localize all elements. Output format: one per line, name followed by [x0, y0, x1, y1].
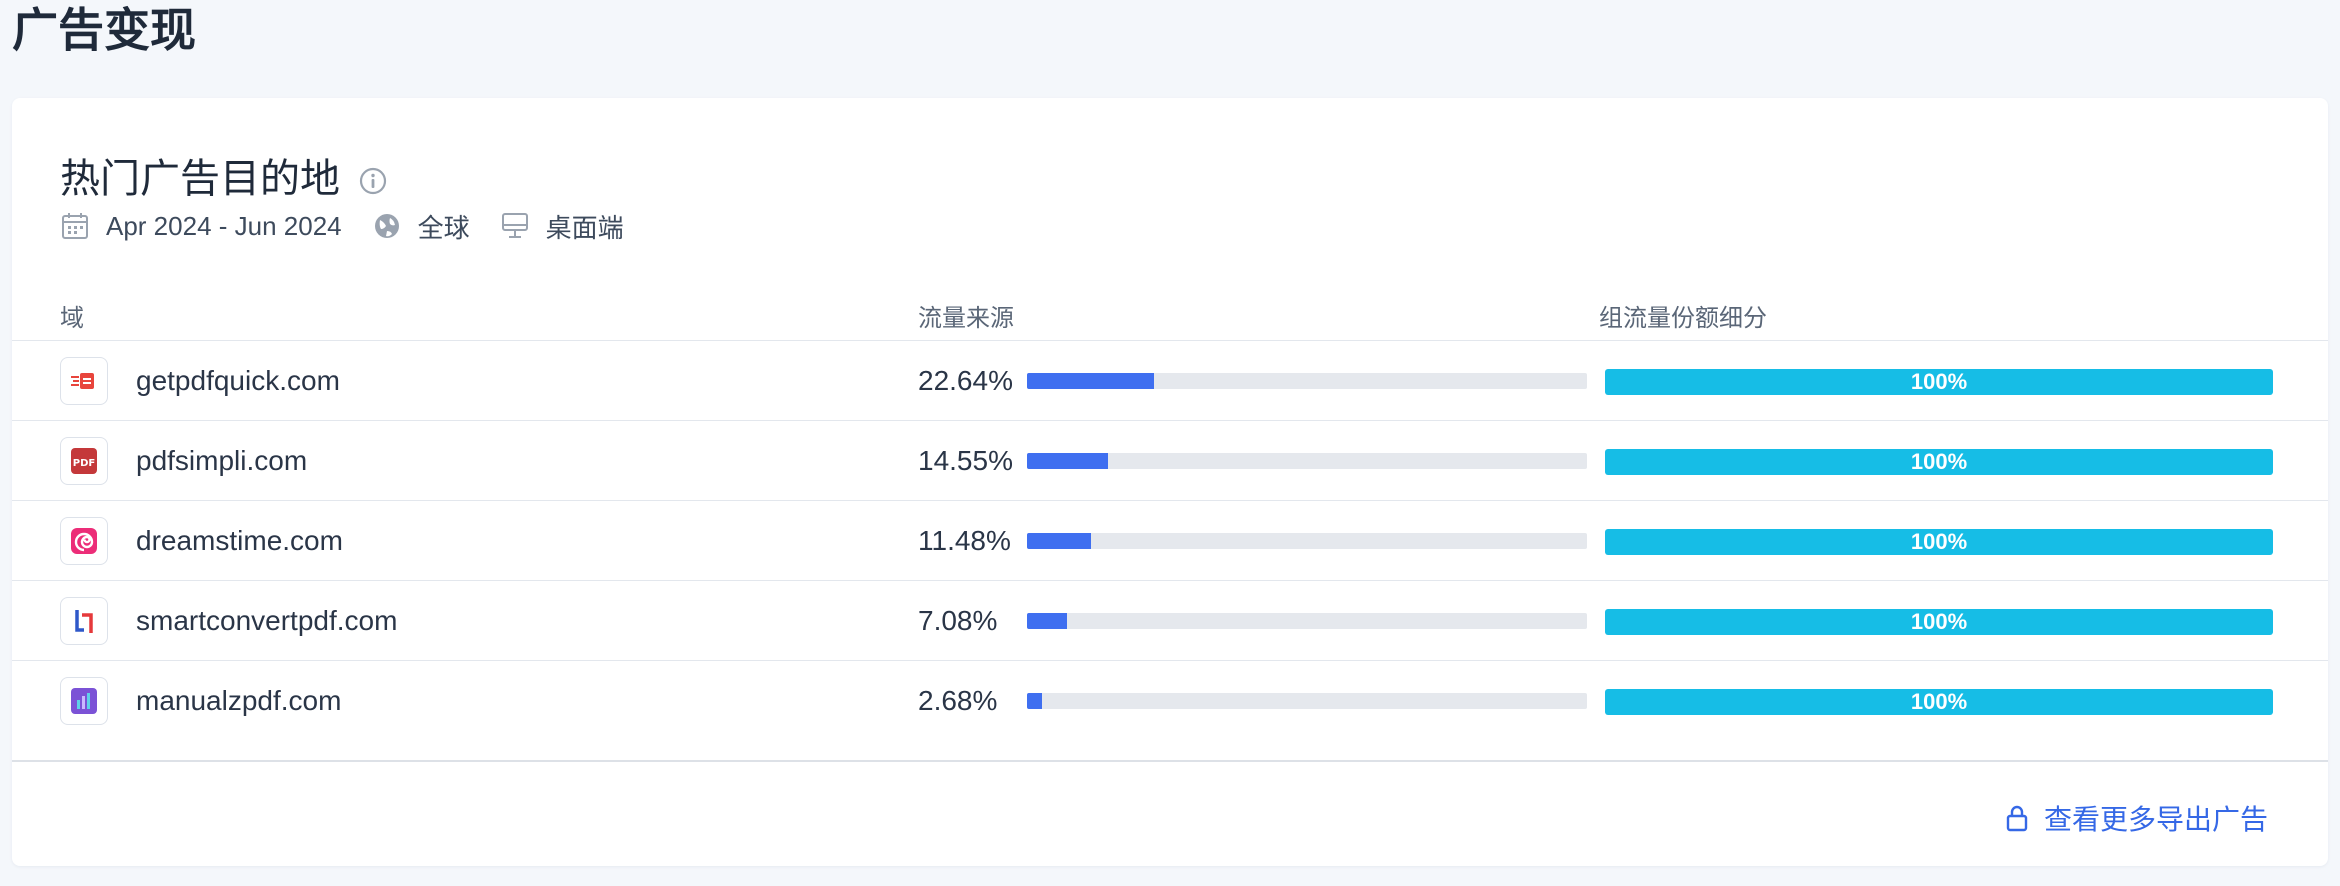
view-more-ads-label[interactable]: 查看更多导出广告: [2044, 798, 2268, 838]
share-bar: 100%: [1605, 529, 2273, 555]
traffic-bar-fill: [1027, 533, 1092, 549]
traffic-bar-fill: [1027, 613, 1067, 629]
traffic-bar: [1027, 613, 1587, 629]
traffic-bar-fill: [1027, 693, 1042, 709]
traffic-percent: 14.55%: [918, 445, 1013, 476]
getpdfquick-favicon-icon: [60, 357, 108, 405]
domain-link[interactable]: pdfsimpli.com: [136, 421, 307, 501]
share-bar: 100%: [1605, 369, 2273, 395]
traffic-bar-fill: [1027, 373, 1154, 389]
column-header-domain: 域: [60, 304, 84, 332]
table-row: PDF pdfsimpli.com 14.55% 100%: [12, 420, 2328, 500]
traffic-percent: 7.08%: [918, 605, 998, 636]
domain-link[interactable]: manualzpdf.com: [136, 661, 341, 741]
share-bar: 100%: [1605, 689, 2273, 715]
traffic-bar: [1027, 373, 1587, 389]
device[interactable]: 桌面端: [546, 208, 624, 245]
domain-link[interactable]: smartconvertpdf.com: [136, 581, 397, 661]
globe-icon: [372, 211, 402, 241]
column-header-share: 组流量份额细分: [1599, 304, 1767, 332]
share-bar: 100%: [1605, 449, 2273, 475]
card-title: 热门广告目的地: [60, 156, 340, 202]
traffic-percent: 22.64%: [918, 365, 1013, 396]
manualzpdf-favicon-icon: [60, 677, 108, 725]
column-header-traffic: 流量来源: [918, 304, 1014, 332]
traffic-percent: 2.68%: [918, 685, 998, 716]
smartconvertpdf-favicon-icon: [60, 597, 108, 645]
table-row: manualzpdf.com 2.68% 100%: [12, 660, 2328, 740]
date-range[interactable]: Apr 2024 - Jun 2024: [106, 211, 342, 242]
destinations-table: getpdfquick.com 22.64% 100% PDF pdfsimpl…: [12, 340, 2328, 740]
dreamstime-favicon-icon: [60, 517, 108, 565]
domain-link[interactable]: dreamstime.com: [136, 501, 343, 581]
table-divider: [12, 760, 2328, 762]
share-bar: 100%: [1605, 609, 2273, 635]
card-title-row: 热门广告目的地: [60, 146, 388, 204]
pdfsimpli-favicon-icon: PDF: [60, 437, 108, 485]
table-row: dreamstime.com 11.48% 100%: [12, 500, 2328, 580]
traffic-percent: 11.48%: [918, 525, 1011, 556]
svg-text:PDF: PDF: [73, 458, 95, 469]
view-more-ads-link[interactable]: 查看更多导出广告: [2004, 798, 2268, 838]
table-row: smartconvertpdf.com 7.08% 100%: [12, 580, 2328, 660]
page-title: 广告变现: [12, 3, 196, 57]
top-ad-destinations-card: 热门广告目的地 Apr 2024 - Jun 2024 全球 桌面端 域 流量来…: [12, 98, 2328, 866]
info-icon[interactable]: [358, 160, 388, 195]
desktop-icon: [500, 211, 530, 241]
traffic-bar: [1027, 533, 1587, 549]
lock-icon: [2004, 803, 2030, 833]
region[interactable]: 全球: [418, 208, 470, 245]
traffic-bar-fill: [1027, 453, 1109, 469]
table-row: getpdfquick.com 22.64% 100%: [12, 340, 2328, 420]
traffic-bar: [1027, 693, 1587, 709]
filter-meta: Apr 2024 - Jun 2024 全球 桌面端: [60, 206, 654, 246]
calendar-icon: [60, 211, 90, 241]
domain-link[interactable]: getpdfquick.com: [136, 341, 340, 421]
traffic-bar: [1027, 453, 1587, 469]
